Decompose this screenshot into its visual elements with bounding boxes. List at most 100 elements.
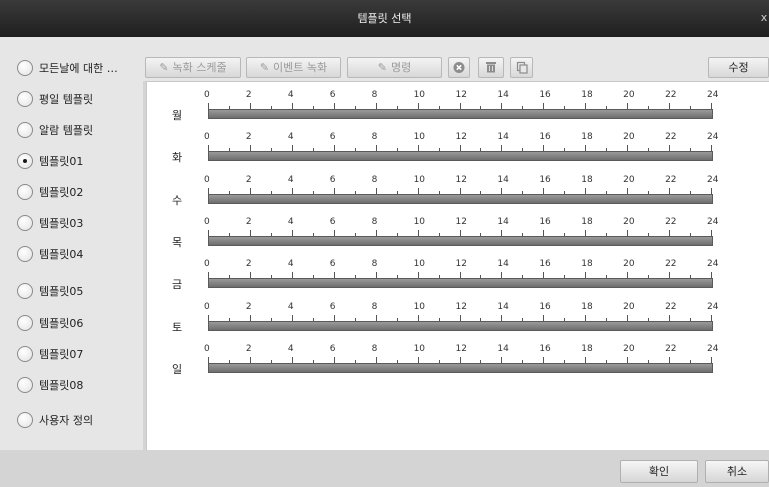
template-option-label: 템플릿08 [39, 379, 84, 392]
day-label: 토 [172, 321, 183, 334]
hour-tick-label: 24 [707, 217, 719, 227]
hour-tick-label: 24 [707, 302, 719, 312]
hour-tick-label: 20 [623, 217, 635, 227]
template-option-07[interactable]: 템플릿07 [17, 343, 83, 365]
day-row: 목 0 2 4 6 8 10 12 14 16 18 20 22 24 [147, 215, 769, 257]
day-label: 수 [172, 194, 183, 207]
pencil-icon: ✎ [159, 61, 169, 74]
hour-tick-label: 14 [497, 132, 509, 142]
template-option-weekday[interactable]: 평일 템플릿 [17, 88, 93, 110]
template-option-08[interactable]: 템플릿08 [17, 374, 83, 396]
hour-tick-label: 0 [204, 175, 210, 185]
schedule-bar[interactable] [208, 194, 713, 204]
toolbar: ✎ 녹화 스케줄 ✎ 이벤트 녹화 ✎ 명령 수정 [143, 37, 769, 81]
schedule-bar[interactable] [208, 321, 713, 331]
hour-tick-label: 10 [413, 132, 426, 142]
radio-icon [17, 91, 33, 107]
hour-tick-label: 0 [204, 344, 210, 354]
hour-tick-label: 24 [707, 259, 719, 269]
hour-tick-label: 22 [665, 344, 677, 354]
record-schedule-button[interactable]: ✎ 녹화 스케줄 [145, 57, 241, 78]
hour-tick-label: 16 [539, 344, 551, 354]
hour-tick-label: 14 [497, 90, 509, 100]
day-label: 월 [172, 109, 183, 122]
hour-tick-label: 24 [707, 344, 719, 354]
radio-icon [17, 377, 33, 393]
hour-tick-label: 0 [204, 259, 210, 269]
schedule-bar[interactable] [208, 278, 713, 288]
cancel-button[interactable]: 취소 [705, 460, 769, 483]
hour-tick-label: 22 [665, 132, 677, 142]
hour-tick-label: 22 [665, 217, 677, 227]
schedule-bar[interactable] [208, 236, 713, 246]
template-option-05[interactable]: 템플릿05 [17, 280, 83, 302]
radio-icon [17, 246, 33, 262]
hour-tick-label: 10 [413, 302, 426, 312]
hour-tick-label: 6 [329, 302, 336, 312]
hour-tick-label: 0 [204, 302, 210, 312]
hour-tick-label: 12 [455, 90, 467, 100]
hour-tick-label: 10 [413, 90, 426, 100]
hour-tick-label: 12 [455, 344, 467, 354]
edit-label: 수정 [728, 61, 749, 74]
radio-icon [17, 215, 33, 231]
template-option-label: 템플릿01 [39, 155, 84, 168]
hour-tick-label: 20 [623, 302, 635, 312]
hour-tick-label: 4 [287, 217, 294, 227]
title-bar: 템플릿 선택 x [0, 0, 769, 37]
schedule-bar[interactable] [208, 151, 713, 161]
day-row: 화 0 2 4 6 8 10 12 14 16 18 20 22 24 [147, 130, 769, 172]
hour-tick-label: 6 [329, 175, 336, 185]
clear-button[interactable] [478, 57, 504, 78]
event-record-button[interactable]: ✎ 이벤트 녹화 [246, 57, 341, 78]
template-option-06[interactable]: 템플릿06 [17, 312, 83, 334]
schedule-bar[interactable] [208, 109, 713, 119]
hour-tick-label: 4 [287, 175, 294, 185]
radio-icon [17, 412, 33, 428]
hour-tick-label: 14 [497, 175, 509, 185]
template-option-01[interactable]: 템플릿01 [17, 150, 83, 172]
schedule-bar[interactable] [208, 363, 713, 373]
cancel-label: 취소 [726, 465, 748, 478]
hour-tick-label: 20 [623, 259, 635, 269]
close-icon[interactable]: x [759, 12, 769, 24]
template-option-label: 템플릿04 [39, 248, 84, 261]
template-option-all-days[interactable]: 모든날에 대한 … [17, 57, 118, 79]
ok-label: 확인 [648, 465, 670, 478]
template-option-label: 템플릿06 [39, 317, 84, 330]
edit-button[interactable]: 수정 [708, 57, 769, 78]
command-button[interactable]: ✎ 명령 [347, 57, 442, 78]
hour-tick-label: 20 [623, 344, 635, 354]
template-option-03[interactable]: 템플릿03 [17, 212, 83, 234]
pencil-icon: ✎ [377, 61, 387, 74]
hour-tick-label: 4 [287, 302, 294, 312]
hour-tick-label: 2 [245, 344, 252, 354]
hour-tick-label: 14 [497, 259, 509, 269]
ok-button[interactable]: 확인 [620, 460, 698, 483]
template-option-02[interactable]: 템플릿02 [17, 181, 83, 203]
hour-tick-label: 6 [329, 259, 336, 269]
hour-tick-label: 24 [707, 90, 719, 100]
hour-tick-label: 2 [245, 90, 252, 100]
template-option-custom[interactable]: 사용자 정의 [17, 409, 93, 431]
hour-tick-label: 20 [623, 90, 635, 100]
hour-tick-label: 8 [371, 302, 378, 312]
delete-button[interactable] [448, 57, 470, 78]
hour-tick-label: 16 [539, 90, 551, 100]
day-label: 목 [172, 236, 183, 249]
hour-tick-label: 12 [455, 175, 467, 185]
template-option-label: 모든날에 대한 … [39, 62, 118, 75]
template-option-04[interactable]: 템플릿04 [17, 243, 83, 265]
hour-tick-label: 8 [371, 344, 378, 354]
copy-button[interactable] [510, 57, 533, 78]
hour-tick-label: 4 [287, 259, 294, 269]
hour-tick-label: 18 [581, 259, 593, 269]
day-row: 토 0 2 4 6 8 10 12 14 16 18 20 22 24 [147, 300, 769, 342]
hour-tick-label: 0 [204, 217, 210, 227]
hour-tick-label: 14 [497, 217, 509, 227]
template-option-label: 템플릿07 [39, 348, 84, 361]
hour-tick-label: 18 [581, 175, 593, 185]
record-schedule-label: 녹화 스케줄 [172, 61, 227, 74]
template-option-alarm[interactable]: 알람 템플릿 [17, 119, 93, 141]
hour-tick-label: 10 [413, 217, 426, 227]
